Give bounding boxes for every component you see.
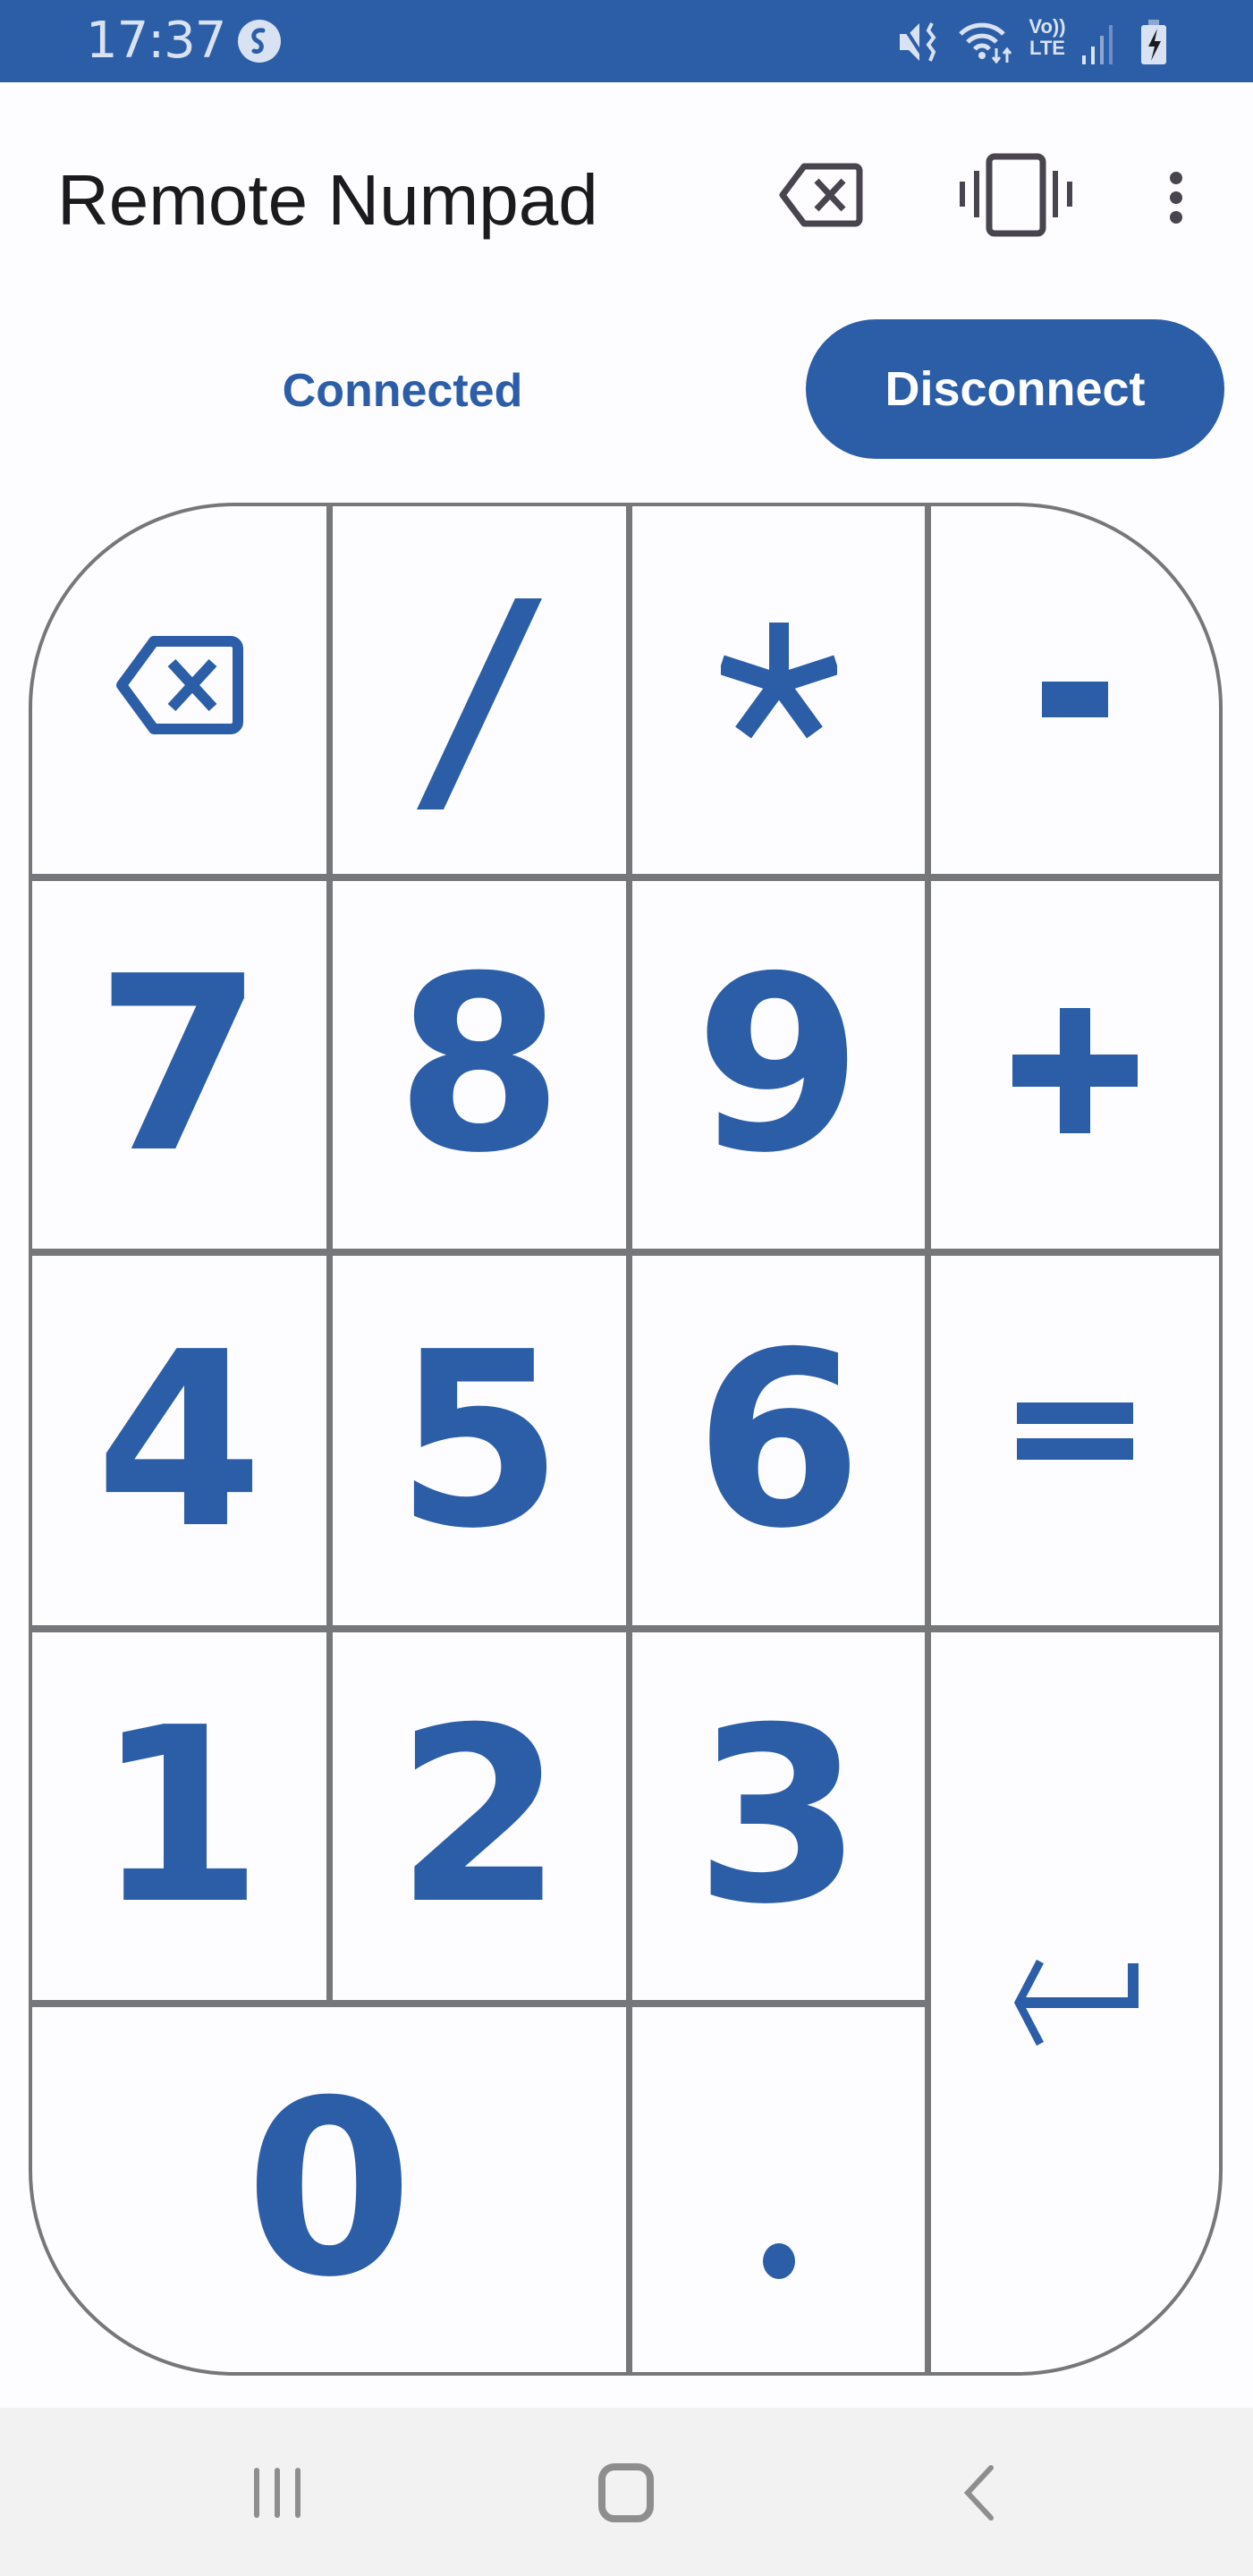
key-plus[interactable] <box>931 881 1219 1249</box>
home-button[interactable] <box>572 2444 680 2542</box>
grid-line <box>626 506 632 2372</box>
status-bar: 17:37 Vo)) LTE <box>0 0 1253 82</box>
key-3[interactable]: 3 <box>632 1632 925 2000</box>
signal-icon <box>1080 23 1113 69</box>
decimal-point-icon <box>762 2243 795 2279</box>
enter-icon <box>1013 1959 1139 2046</box>
vibrate-icon <box>960 153 1072 237</box>
key-8[interactable]: 8 <box>333 881 626 1249</box>
system-nav-bar <box>0 2408 1253 2576</box>
back-icon <box>963 2465 994 2521</box>
asterisk-icon <box>720 622 837 738</box>
key-5[interactable]: 5 <box>333 1256 626 1625</box>
clear-button[interactable] <box>771 154 871 236</box>
grid-line <box>32 2000 928 2007</box>
volte-icon: Vo)) LTE <box>1029 15 1066 59</box>
app-title: Remote Numpad <box>57 160 598 240</box>
battery-charging-icon <box>1139 20 1168 69</box>
divide-icon <box>417 597 542 809</box>
key-minus[interactable] <box>931 506 1219 874</box>
minus-icon <box>1042 681 1108 717</box>
vibrate-toggle-button[interactable] <box>953 148 1079 242</box>
connection-status: Connected <box>282 365 523 417</box>
key-7[interactable]: 7 <box>32 881 326 1249</box>
key-2[interactable]: 2 <box>333 1632 626 2000</box>
key-multiply[interactable] <box>632 506 925 874</box>
numpad: 7 8 9 4 5 6 1 2 3 0 <box>29 503 1223 2376</box>
key-9[interactable]: 9 <box>632 881 925 1249</box>
grid-line <box>32 874 1219 881</box>
disconnect-button[interactable]: Disconnect <box>806 319 1224 459</box>
more-vert-icon <box>1170 172 1182 224</box>
key-enter[interactable] <box>931 1632 1219 2372</box>
key-4[interactable]: 4 <box>32 1256 326 1625</box>
key-0[interactable]: 0 <box>32 2007 626 2372</box>
backspace-icon <box>115 635 243 734</box>
more-options-button[interactable] <box>1154 157 1198 238</box>
recents-button[interactable] <box>224 2444 331 2542</box>
key-1[interactable]: 1 <box>32 1632 326 2000</box>
backspace-icon <box>779 163 863 227</box>
grid-line <box>32 1249 1219 1256</box>
key-decimal[interactable] <box>632 2007 925 2372</box>
back-button[interactable] <box>925 2444 1032 2542</box>
key-6[interactable]: 6 <box>632 1256 925 1625</box>
grid-line <box>925 506 931 2372</box>
grid-line <box>32 1625 1219 1632</box>
mute-vibrate-icon <box>898 20 944 69</box>
recents-icon <box>254 2468 301 2518</box>
status-time: 17:37 <box>86 12 226 70</box>
plus-icon <box>1012 1007 1138 1133</box>
home-icon <box>598 2463 654 2522</box>
equals-icon <box>1017 1402 1133 1460</box>
key-equals[interactable] <box>931 1256 1219 1625</box>
shazam-icon <box>236 18 283 69</box>
key-backspace[interactable] <box>32 506 326 874</box>
wifi-data-icon <box>957 20 1014 69</box>
key-divide[interactable] <box>333 506 626 874</box>
